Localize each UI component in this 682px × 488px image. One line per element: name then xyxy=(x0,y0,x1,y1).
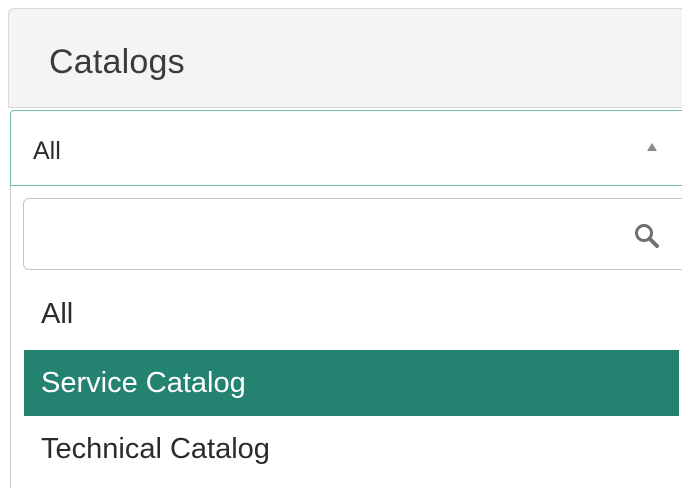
triangle-up-icon[interactable] xyxy=(647,143,657,151)
search-field[interactable] xyxy=(23,198,682,270)
catalog-dropdown: All Service Catalog Technical Catalog xyxy=(10,186,682,488)
catalog-picker: Catalogs All All Service Catalog Technic… xyxy=(0,0,682,488)
option-service-catalog[interactable]: Service Catalog xyxy=(24,350,679,416)
option-all[interactable]: All xyxy=(24,281,679,347)
catalog-select[interactable]: All xyxy=(10,110,682,186)
search-icon[interactable] xyxy=(632,221,662,251)
search-input[interactable] xyxy=(24,199,624,269)
page-title: Catalogs xyxy=(49,43,185,81)
catalogs-header: Catalogs xyxy=(8,8,682,108)
option-technical-catalog[interactable]: Technical Catalog xyxy=(24,416,679,482)
catalog-select-value: All xyxy=(33,137,61,165)
